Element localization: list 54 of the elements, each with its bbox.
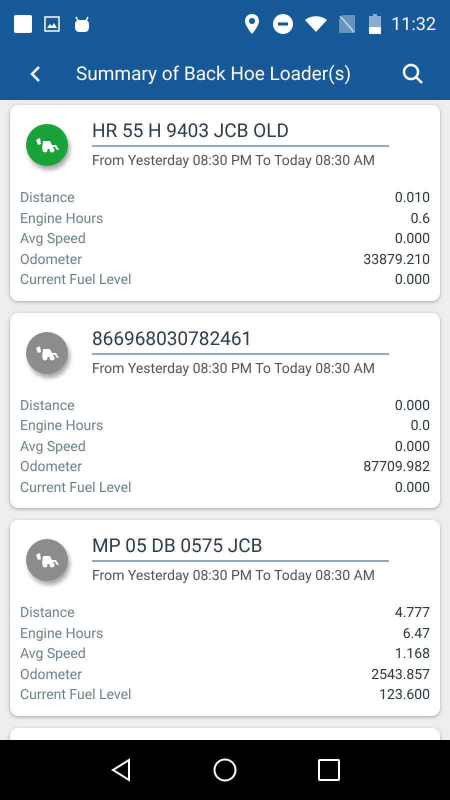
time-period: From Yesterday 08:30 PM To Today 08:30 AM [92,152,376,171]
stat-label: Distance [20,604,74,623]
stat-value: 0.000 [394,478,430,498]
stat-value: 0.000 [394,396,430,416]
stat-label: Avg Speed [20,438,86,456]
stat-label: Odometer [20,666,82,684]
stat-label: Avg Speed [20,645,86,664]
search-icon [402,63,424,85]
vehicle-name: HR 55 H 9403 JCB OLD [92,119,389,147]
stat-label: Distance [20,189,74,208]
location-icon [245,14,260,34]
notification-icon [14,15,32,33]
time-period: From Yesterday 08:30 PM To Today 08:30 AM [92,567,376,586]
stat-value: 0.0 [410,417,430,436]
stat-label: Odometer [20,250,82,270]
vehicle-name: MP 05 DB 0575 JCB [92,534,389,562]
do-not-disturb-icon [273,14,294,34]
stat-label: Engine Hours [20,210,104,228]
screen-title: Summary of Back Hoe Loader(s) [76,60,352,87]
vehicle-name: 866968030782461 [92,326,389,354]
stat-label: Current Fuel Level [20,271,132,290]
stat-label: Current Fuel Level [20,686,132,705]
stat-label: Distance [20,396,74,416]
wifi-icon [305,16,328,32]
battery-icon [369,14,382,34]
stat-value: 87709.982 [363,458,430,477]
stat-value: 6.47 [402,624,430,644]
stat-value: 0.000 [394,230,430,249]
stat-value: 0.010 [394,189,430,208]
vehicle-card[interactable]: MP 05 DB 0575 JCB From Yesterday 08:30 PM To Today 08:30 AM Distance 4.777 Engine Hours 6.47 Avg Speed 1.168 Odometer 2543.857 Current Fuel Level 123.600 [10,520,440,716]
stat-value: 2543.857 [371,666,430,684]
back-nav-button[interactable] [110,758,132,782]
recents-nav-button[interactable] [318,759,340,781]
no-sim-icon [339,15,356,33]
stat-label: Engine Hours [20,624,104,644]
stat-value: 0.000 [394,438,430,456]
home-nav-button[interactable] [212,758,237,782]
robot-icon [74,15,90,33]
stat-value: 1.168 [394,645,430,664]
stat-value: 33879.210 [363,250,430,270]
stat-label: Odometer [20,458,82,477]
stat-label: Avg Speed [20,230,86,249]
time-period: From Yesterday 08:30 PM To Today 08:30 AM [92,360,376,378]
stat-label: Current Fuel Level [20,478,132,498]
vehicle-card[interactable]: 866968030782461 From Yesterday 08:30 PM To Today 08:30 AM Distance 0.000 Engine Hours 0.0 Avg Speed 0.000 Odometer 87709.982 Current Fuel Level 0.000 [10,312,440,508]
status-time: 11:32 [391,12,436,36]
stat-value: 0.6 [410,210,430,228]
vehicle-card[interactable]: HR 55 H 9403 JCB OLD From Yesterday 08:30 PM To Today 08:30 AM Distance 0.010 Engine Hours 0.6 Avg Speed 0.000 Odometer 33879.210 Current Fuel Level 0.000 [10,105,440,300]
stat-value: 4.777 [394,604,430,623]
stat-label: Engine Hours [20,417,104,436]
stat-value: 123.600 [379,686,430,705]
stat-value: 0.000 [394,271,430,290]
chevron-left-icon [29,65,41,83]
image-icon [44,16,60,32]
